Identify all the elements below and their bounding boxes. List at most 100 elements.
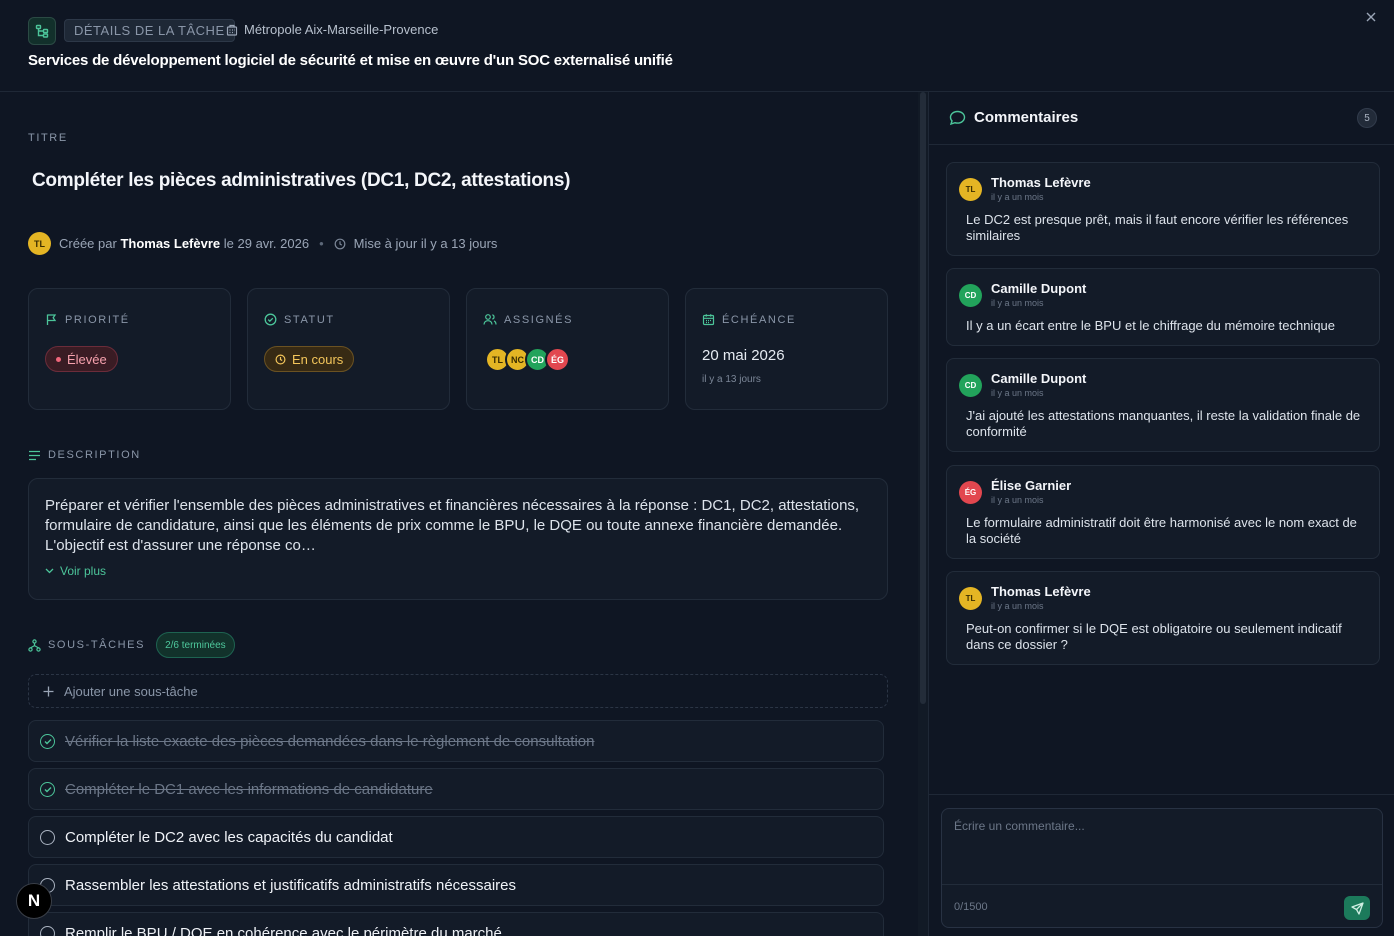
comment-card: CD Camille Dupont il y a un mois Il y a …: [946, 268, 1380, 346]
assignee-avatars[interactable]: TL NC CD ÉG: [485, 347, 570, 372]
comments-header: Commentaires 5: [929, 92, 1394, 145]
subtask-text: Compléter le DC1 avec les informations d…: [65, 780, 433, 798]
creator-name: Thomas Lefèvre: [120, 236, 221, 251]
description-text: Préparer et vérifier l'ensemble des pièc…: [45, 497, 860, 554]
avatar: ÉG: [959, 481, 982, 504]
comment-card: TL Thomas Lefèvre il y a un mois Le DC2 …: [946, 162, 1380, 256]
created-info: Créée par Thomas Lefèvre le 29 avr. 2026: [59, 236, 310, 251]
subtask-text: Vérifier la liste exacte des pièces dema…: [65, 732, 595, 750]
modal-header: DÉTAILS DE LA TÂCHE Métropole Aix-Marsei…: [0, 0, 1394, 92]
comment-card: TL Thomas Lefèvre il y a un mois Peut-on…: [946, 571, 1380, 665]
due-label: ÉCHÉANCE: [702, 313, 796, 326]
chat-bubble-icon: [949, 110, 966, 125]
empty-circle-icon[interactable]: [40, 925, 55, 936]
composer-footer: 0/1500: [942, 884, 1382, 928]
comment-text: Peut-on confirmer si le DQE est obligato…: [966, 621, 1342, 652]
description-box: Préparer et vérifier l'ensemble des pièc…: [28, 478, 888, 600]
users-icon: [483, 314, 497, 325]
add-subtask-button[interactable]: Ajouter une sous-tâche: [28, 674, 888, 708]
due-date-card: ÉCHÉANCE 20 mai 2026 il y a 13 jours: [685, 288, 888, 410]
char-counter: 0/1500: [954, 901, 988, 913]
subtask-item[interactable]: Compléter le DC2 avec les capacités du c…: [28, 816, 884, 858]
organization-name: Métropole Aix-Marseille-Provence: [244, 22, 439, 37]
due-date-value[interactable]: 20 mai 2026: [702, 347, 785, 364]
comment-text: Le formulaire administratif doit être ha…: [966, 515, 1357, 546]
status-label: STATUT: [264, 313, 335, 326]
description-label: DESCRIPTION: [28, 449, 141, 461]
avatar: CD: [959, 284, 982, 307]
comments-count-badge: 5: [1357, 108, 1377, 128]
assignees-label: ASSIGNÉS: [483, 313, 573, 326]
organization-label: Métropole Aix-Marseille-Provence: [226, 22, 438, 37]
comments-panel: Commentaires 5 TL Thomas Lefèvre il y a …: [928, 92, 1394, 936]
status-card: STATUT En cours: [247, 288, 450, 410]
send-icon: [1350, 901, 1364, 915]
comment-card: CD Camille Dupont il y a un mois J'ai aj…: [946, 358, 1380, 452]
see-more-link[interactable]: Voir plus: [45, 564, 871, 578]
subtask-text: Remplir le BPU / DQE en cohérence avec l…: [65, 924, 502, 936]
avatar: ÉG: [545, 347, 570, 372]
task-title[interactable]: Compléter les pièces administratives (DC…: [32, 170, 570, 192]
priority-dot: [56, 356, 61, 362]
comment-author: Thomas Lefèvre: [991, 175, 1091, 190]
avatar: CD: [959, 374, 982, 397]
text-lines-icon: [29, 450, 40, 460]
comments-title: Commentaires: [949, 109, 1078, 126]
avatar: TL: [959, 587, 982, 610]
procurement-title: Services de développement logiciel de sé…: [28, 52, 673, 69]
priority-badge[interactable]: Élevée: [45, 346, 118, 372]
flag-icon: [46, 314, 57, 325]
check-circle-icon[interactable]: [40, 733, 55, 749]
comment-composer-area: 0/1500: [929, 794, 1394, 936]
title-section-label: TITRE: [28, 132, 68, 144]
due-date-relative: il y a 13 jours: [702, 374, 761, 385]
chevron-down-icon: [45, 568, 54, 574]
subtask-item[interactable]: Rassembler les attestations et justifica…: [28, 864, 884, 906]
subtask-item[interactable]: Vérifier la liste exacte des pièces dema…: [28, 720, 884, 762]
send-button[interactable]: [1344, 896, 1370, 920]
status-badge[interactable]: En cours: [264, 346, 355, 372]
comment-time: il y a un mois: [991, 495, 1044, 505]
comment-input[interactable]: [942, 809, 1382, 883]
comment-author: Camille Dupont: [991, 371, 1087, 386]
close-button[interactable]: [1362, 8, 1380, 26]
check-circle-icon[interactable]: [40, 781, 55, 797]
comment-time: il y a un mois: [991, 192, 1044, 202]
subtasks-label: SOUS-TÂCHES 2/6 terminées: [28, 632, 235, 658]
comment-author: Camille Dupont: [991, 281, 1087, 296]
subtask-item[interactable]: Compléter le DC1 avec les informations d…: [28, 768, 884, 810]
task-tree-icon: [28, 17, 56, 45]
scrollbar-thumb[interactable]: [920, 92, 926, 704]
subtask-item[interactable]: Remplir le BPU / DQE en cohérence avec l…: [28, 912, 884, 936]
calendar-icon: [702, 314, 715, 326]
clock-icon: [275, 354, 286, 364]
updated-info: Mise à jour il y a 13 jours: [353, 236, 498, 251]
task-details-badge: DÉTAILS DE LA TÂCHE: [64, 19, 235, 42]
task-details-panel: TITRE Compléter les pièces administrativ…: [0, 92, 928, 936]
subtask-text: Compléter le DC2 avec les capacités du c…: [65, 828, 393, 846]
priority-label: PRIORITÉ: [45, 313, 130, 326]
comment-text: Il y a un écart entre le BPU et le chiff…: [966, 318, 1336, 333]
comment-card: ÉG Élise Garnier il y a un mois Le formu…: [946, 465, 1380, 559]
assignees-card: ASSIGNÉS TL NC CD ÉG: [466, 288, 669, 410]
task-meta: TL Créée par Thomas Lefèvre le 29 avr. 2…: [28, 232, 497, 255]
empty-circle-icon[interactable]: [40, 829, 55, 845]
app-launcher-button[interactable]: N: [16, 883, 52, 919]
plus-icon: [43, 686, 54, 696]
avatar: TL: [959, 178, 982, 201]
comment-composer: 0/1500: [941, 808, 1383, 928]
comment-author: Thomas Lefèvre: [991, 584, 1091, 599]
subtask-text: Rassembler les attestations et justifica…: [65, 876, 517, 894]
comment-time: il y a un mois: [991, 388, 1044, 398]
subtask-tree-icon: [28, 638, 41, 652]
meta-separator: •: [319, 236, 324, 251]
comment-text: Le DC2 est presque prêt, mais il faut en…: [966, 212, 1349, 243]
comment-text: J'ai ajouté les attestations manquantes,…: [966, 408, 1361, 439]
building-icon: [226, 24, 238, 36]
close-icon: [1366, 12, 1376, 22]
priority-card: PRIORITÉ Élevée: [28, 288, 231, 410]
clock-icon: [334, 238, 346, 249]
comment-author: Élise Garnier: [991, 478, 1072, 493]
subtasks-progress-badge: 2/6 terminées: [156, 632, 235, 658]
status-check-icon: [264, 313, 277, 326]
